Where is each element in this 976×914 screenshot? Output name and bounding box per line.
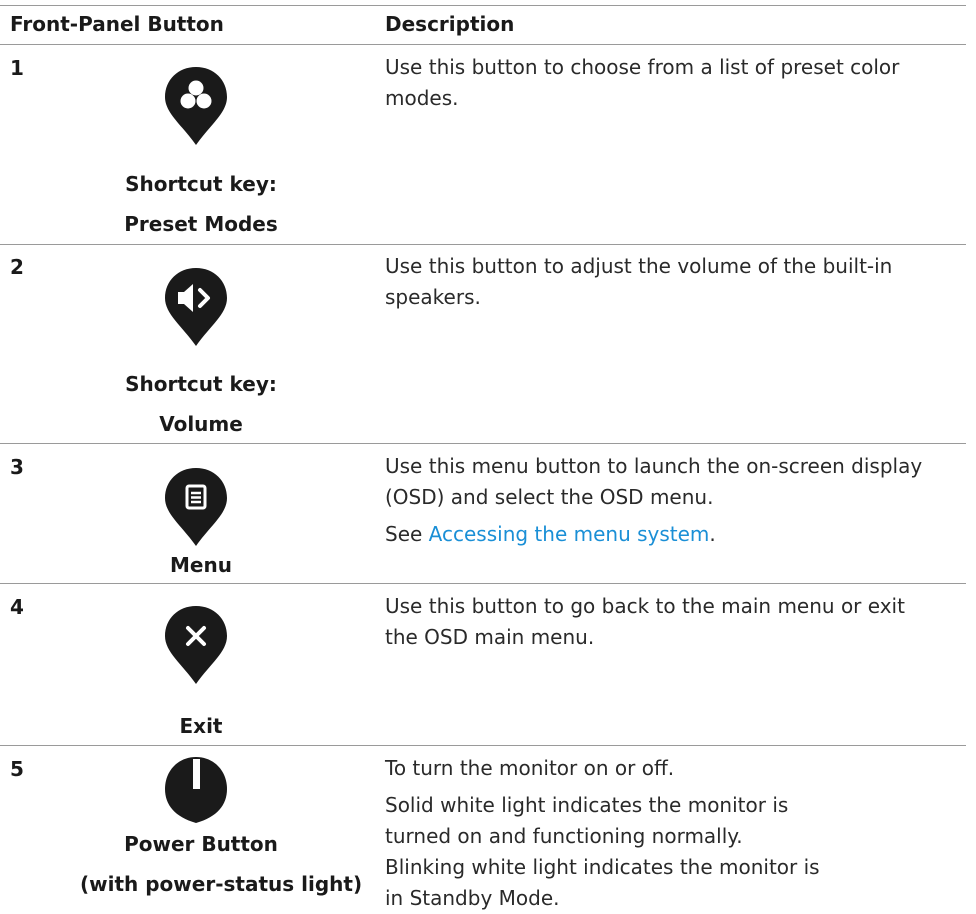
row-number: 2 xyxy=(10,255,24,279)
table-top-rule xyxy=(0,5,966,6)
accessing-menu-system-link[interactable]: Accessing the menu system xyxy=(429,522,710,546)
row-description: Use this menu button to launch the on-sc… xyxy=(385,454,923,509)
button-label: Shortcut key: xyxy=(125,172,277,196)
button-label: Shortcut key: xyxy=(125,372,277,396)
column-header-description: Description xyxy=(385,12,515,36)
row-description: Solid white light indicates the monitor … xyxy=(385,793,820,910)
row-description: To turn the monitor on or off. xyxy=(385,756,675,780)
front-panel-button-table: Front-Panel Button Description 1 Shortcu… xyxy=(0,0,976,910)
row-divider xyxy=(0,244,966,245)
row-number: 3 xyxy=(10,455,24,479)
button-label: Volume xyxy=(159,412,243,436)
volume-icon xyxy=(162,266,230,348)
row-divider xyxy=(0,583,966,584)
row-number: 1 xyxy=(10,56,24,80)
exit-icon xyxy=(162,604,230,686)
see-prefix: See xyxy=(385,522,429,546)
row-number: 4 xyxy=(10,595,24,619)
row-number: 5 xyxy=(10,757,24,781)
button-label: Exit xyxy=(179,714,223,738)
button-label: Preset Modes xyxy=(124,212,278,236)
menu-icon xyxy=(162,466,230,548)
table-header-rule xyxy=(0,44,966,45)
button-label: Menu xyxy=(170,553,232,577)
row-divider xyxy=(0,443,966,444)
button-label: Power Button xyxy=(124,832,278,856)
see-suffix: . xyxy=(709,522,716,546)
button-label: (with power-status light) xyxy=(80,872,363,896)
row-description: Use this button to choose from a list of… xyxy=(385,55,900,110)
row-divider xyxy=(0,745,966,746)
see-reference: See Accessing the menu system. xyxy=(385,519,937,550)
column-header-button: Front-Panel Button xyxy=(10,12,224,36)
row-description: Use this button to adjust the volume of … xyxy=(385,254,893,309)
power-icon xyxy=(162,755,230,825)
row-description: Use this button to go back to the main m… xyxy=(385,594,905,649)
preset-modes-icon xyxy=(162,65,230,147)
